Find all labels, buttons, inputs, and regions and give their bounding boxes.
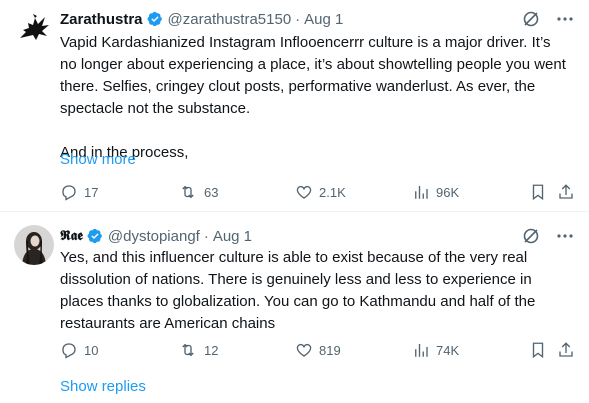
like-icon [296,185,312,199]
avatar-rae[interactable] [14,225,54,265]
bookmark-icon [532,342,544,359]
views-icon [415,186,428,199]
author-name[interactable]: 𝕽𝖆𝖊 [60,228,83,244]
like-count: 2.1K [319,184,346,200]
divider [0,211,589,212]
retweet-button[interactable]: 63 [178,183,218,201]
like-count: 819 [319,342,341,358]
share-icon [559,342,573,357]
tweet-date[interactable]: Aug 1 [213,228,252,245]
views-icon [415,344,428,357]
tweet-text: Yes, and this influencer culture is able… [60,247,570,335]
more-icon[interactable] [555,9,575,29]
avatar-zarathustra[interactable] [14,8,54,48]
views-button[interactable]: 74K [412,341,459,359]
views-count: 74K [436,342,460,358]
reply-button[interactable]: 10 [60,341,98,359]
tweet-paragraph: And in the process, [60,144,189,161]
retweet-icon [182,343,194,357]
tweet-actions: 10 12 819 74K [60,341,575,361]
share-icon [559,184,573,199]
reply-count: 10 [84,342,99,358]
tweet-text: Vapid Kardashianized Instagram Inflooenc… [60,32,570,164]
bookmark-button[interactable] [530,341,546,359]
profile-photo-icon [14,225,54,265]
tweet-paragraph: Yes, and this influencer culture is able… [60,249,536,332]
retweet-button[interactable]: 12 [178,341,218,359]
like-icon [296,343,312,357]
show-more-link[interactable]: Show more [60,151,136,168]
verified-badge-icon [147,11,162,27]
tweet-paragraph: Vapid Kardashianized Instagram Inflooenc… [60,34,566,117]
separator-dot: · [203,227,209,245]
verified-badge-icon [87,228,102,244]
tweet-1[interactable]: Zarathustra @zarathustra5150 · Aug 1 Vap… [0,8,589,208]
retweet-count: 63 [204,184,219,200]
grok-icon[interactable] [521,226,541,246]
tweet-header: Zarathustra @zarathustra5150 · Aug 1 [60,8,343,30]
more-icon[interactable] [555,226,575,246]
tweet-date[interactable]: Aug 1 [304,11,343,28]
tweet-header: 𝕽𝖆𝖊 @dystopiangf · Aug 1 [60,225,252,247]
grok-icon[interactable] [521,9,541,29]
share-button[interactable] [557,341,575,359]
reply-icon [62,185,76,201]
tweet-2[interactable]: 𝕽𝖆𝖊 @dystopiangf · Aug 1 Yes, and this i… [0,225,589,365]
like-button[interactable]: 2.1K [295,183,346,201]
views-button[interactable]: 96K [412,183,459,201]
share-button[interactable] [557,183,575,201]
like-button[interactable]: 819 [295,341,341,359]
bookmark-button[interactable] [530,183,546,201]
header-actions [521,225,575,247]
retweet-icon [182,185,194,199]
reply-button[interactable]: 17 [60,183,98,201]
author-name[interactable]: Zarathustra [60,11,143,28]
author-handle[interactable]: @dystopiangf [108,228,200,245]
tweet-actions: 17 63 2.1K 96K [60,183,575,203]
raven-avatar-icon [14,8,54,48]
bookmark-icon [532,184,544,201]
retweet-count: 12 [204,342,219,358]
views-count: 96K [436,184,460,200]
reply-icon [62,343,76,359]
show-replies-link[interactable]: Show replies [60,378,146,395]
reply-count: 17 [84,184,99,200]
header-actions [521,8,575,30]
separator-dot: · [295,10,301,28]
author-handle[interactable]: @zarathustra5150 [168,11,292,28]
